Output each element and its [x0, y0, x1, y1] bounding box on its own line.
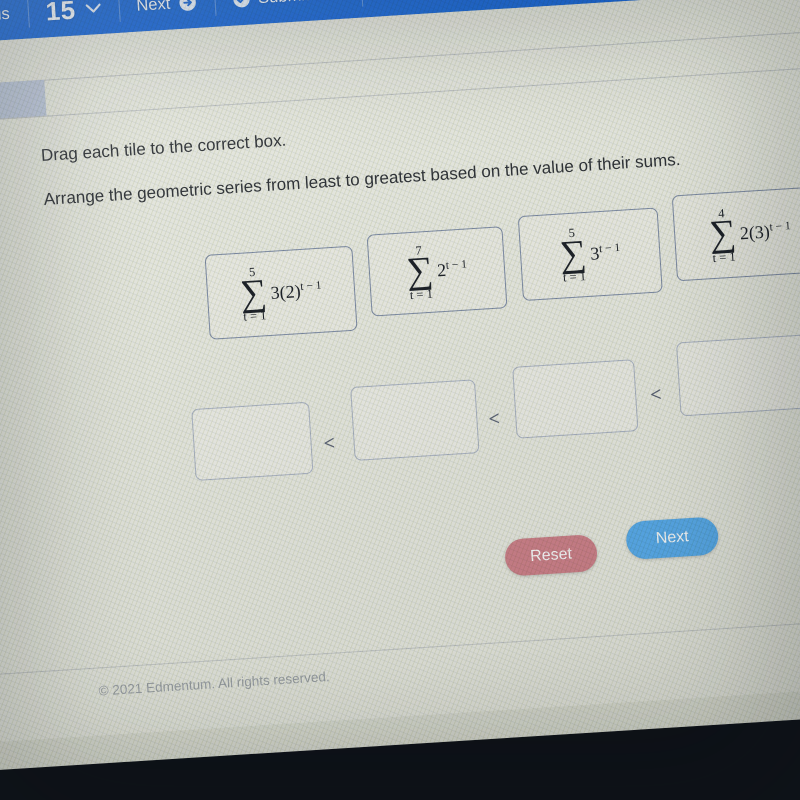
action-button-row: Reset Next — [0, 492, 800, 620]
comparator-less-than: < — [322, 432, 336, 455]
photo-of-screen: Downloads evious 15 Next — [0, 0, 800, 800]
drag-instruction: Drag each tile to the correct box. — [40, 130, 287, 166]
sigma-group: 5 ∑ t = 1 — [238, 265, 269, 324]
arrow-right-circle-icon — [178, 0, 197, 12]
chevron-down-icon — [85, 0, 101, 17]
copyright-text: © 2021 Edmentum. All rights reserved. — [98, 668, 331, 699]
comparator-less-than: < — [649, 383, 663, 407]
lower-limit: t = 1 — [712, 249, 737, 265]
answer-drop-row: < < < — [0, 325, 800, 503]
footer-divider — [0, 616, 800, 676]
sigma-group: 5 ∑ t = 1 — [558, 226, 588, 285]
previous-button[interactable]: evious — [0, 0, 29, 44]
series-tile[interactable]: 5 ∑ t = 1 3t − 1 — [517, 207, 663, 302]
summation-expression: 5 ∑ t = 1 3(2)t − 1 — [238, 262, 324, 324]
term-exponent: t − 1 — [769, 220, 792, 234]
question-number-value: 15 — [44, 0, 77, 26]
summation-expression: 4 ∑ t = 1 2(3)t − 1 — [708, 203, 793, 265]
drop-box[interactable] — [350, 379, 480, 461]
lower-limit: t = 1 — [409, 286, 434, 302]
series-tile[interactable]: 5 ∑ t = 1 3(2)t − 1 — [204, 245, 358, 340]
sigma-icon: ∑ — [708, 212, 738, 256]
comparator-less-than: < — [487, 407, 501, 431]
sigma-icon: ∑ — [238, 272, 268, 315]
divider-top — [0, 27, 800, 87]
drop-box[interactable] — [675, 334, 800, 417]
drop-box[interactable] — [512, 359, 639, 439]
series-tile[interactable]: 4 ∑ t = 1 2(3)t − 1 — [671, 185, 800, 282]
divider-under-badge — [0, 63, 800, 123]
tile-tray: 5 ∑ t = 1 3(2)t − 1 7 ∑ t = 1 2t − 1 5 ∑… — [0, 185, 800, 358]
series-term: 3(2)t − 1 — [270, 280, 322, 304]
term-exponent: t − 1 — [598, 241, 621, 256]
lower-limit: t = 1 — [242, 308, 267, 324]
term-exponent: t − 1 — [299, 279, 322, 294]
sigma-group: 4 ∑ t = 1 — [708, 206, 738, 265]
next-label: Next — [135, 0, 171, 15]
question-page: 15 Drag each tile to the correct box. Ar… — [0, 0, 800, 743]
series-tile[interactable]: 7 ∑ t = 1 2t − 1 — [366, 226, 508, 317]
term-exponent: t − 1 — [445, 259, 468, 273]
submit-test-label: Submit Test — [257, 0, 344, 8]
term-coefficient: 2(3) — [739, 221, 771, 244]
lower-limit: t = 1 — [562, 269, 587, 285]
sigma-group: 7 ∑ t = 1 — [405, 243, 435, 302]
summation-expression: 7 ∑ t = 1 2t − 1 — [405, 241, 469, 302]
series-term: 2(3)t − 1 — [739, 221, 791, 245]
previous-label: evious — [0, 4, 11, 26]
term-coefficient: 3(2) — [270, 281, 302, 303]
series-term: 3t − 1 — [590, 242, 621, 265]
monitor-screen: Downloads evious 15 Next — [0, 0, 800, 771]
series-term: 2t − 1 — [436, 259, 467, 282]
sigma-icon: ∑ — [558, 232, 588, 276]
sigma-icon: ∑ — [405, 250, 435, 293]
summation-expression: 5 ∑ t = 1 3t − 1 — [558, 224, 622, 285]
drop-box[interactable] — [191, 401, 314, 481]
next-button[interactable]: Next — [625, 516, 720, 561]
reset-button[interactable]: Reset — [504, 533, 599, 577]
check-circle-icon — [232, 0, 251, 9]
